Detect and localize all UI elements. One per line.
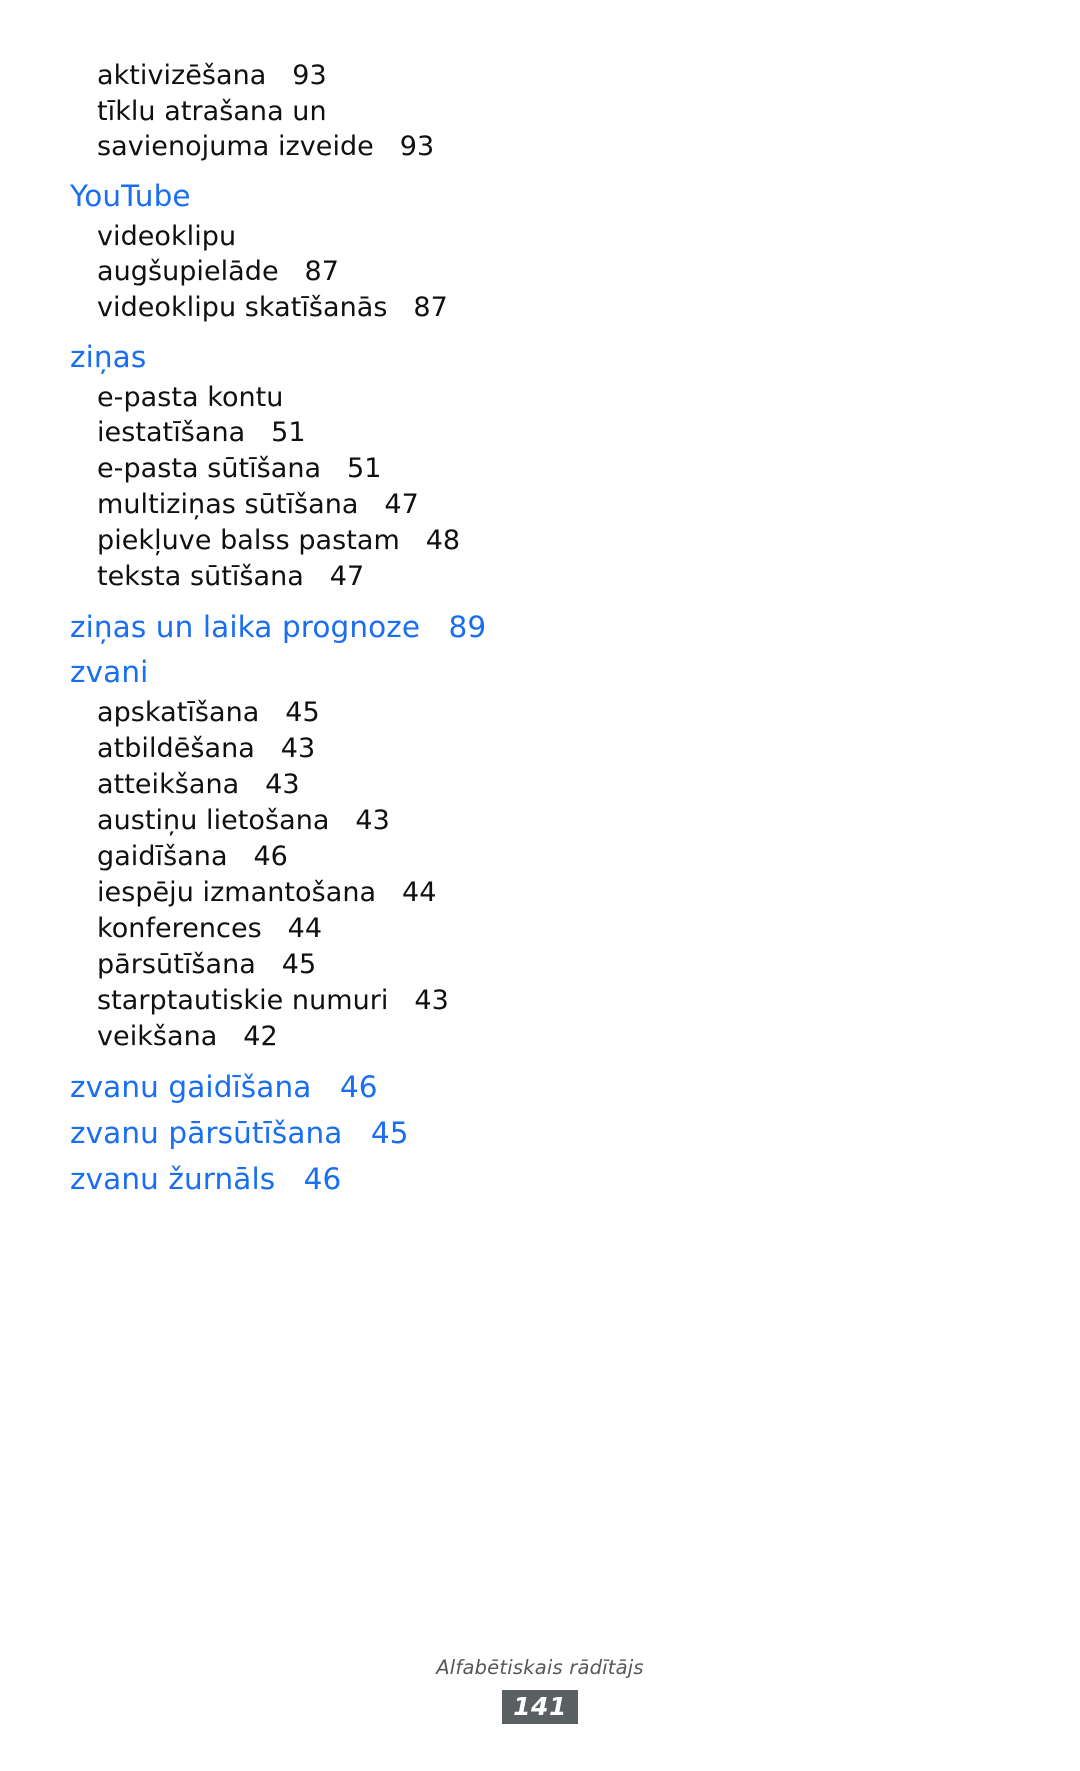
index-entry-line: aktivizēšana 93 (97, 60, 327, 91)
index-entry-line: veikšana 42 (97, 1021, 278, 1052)
footer-page-number-badge: 141 (502, 1690, 578, 1724)
index-entry-line: teksta sūtīšana 47 (97, 561, 365, 592)
index-heading-zvani[interactable]: zvani (70, 650, 690, 695)
index-group-youtube: YouTube videoklipu augšupielāde 87 video… (70, 174, 690, 326)
index-entry-line: austiņu lietošana 43 (97, 805, 390, 836)
footer-section-caption: Alfabētiskais rādītājs (436, 1656, 644, 1679)
index-entry-line: tīklu atrašana un (97, 96, 327, 127)
index-entry-line: e-pasta sūtīšana 51 (97, 453, 382, 484)
index-entry-line: multiziņas sūtīšana 47 (97, 489, 419, 520)
index-entry-line: augšupielāde 87 (97, 256, 339, 287)
index-entry-line: e-pasta kontu (97, 382, 284, 413)
index-group-zvanu-zurnals: zvanu žurnāls 46 (70, 1156, 690, 1202)
index-group-zvanu-parsutisana: zvanu pārsūtīšana 45 (70, 1110, 690, 1156)
index-entry-line: atbildēšana 43 (97, 733, 316, 764)
index-heading-zvanu-zurnals[interactable]: zvanu žurnāls 46 (70, 1156, 690, 1202)
index-entry-line: konferences 44 (97, 913, 323, 944)
index-heading-zinas[interactable]: ziņas (70, 335, 690, 380)
index-group-zinas: ziņas e-pasta kontu iestatīšana 51 e-pas… (70, 335, 690, 595)
index-entry-line: gaidīšana 46 (97, 841, 288, 872)
index-page: aktivizēšana 93 tīklu atrašana un savien… (0, 0, 1080, 1771)
index-entry-line: videoklipu skatīšanās 87 (97, 292, 448, 323)
index-entry-line: apskatīšana 45 (97, 697, 320, 728)
index-group-continued: aktivizēšana 93 tīklu atrašana un savien… (70, 58, 690, 165)
index-entry-line: videoklipu (97, 221, 237, 252)
index-heading-zinas-un-laika-prognoze[interactable]: ziņas un laika prognoze 89 (70, 604, 690, 650)
page-footer: Alfabētiskais rādītājs 141 (0, 1655, 1080, 1724)
index-heading-zvanu-gaidisana[interactable]: zvanu gaidīšana 46 (70, 1064, 690, 1110)
index-entry-list: aktivizēšana 93 tīklu atrašana un savien… (70, 58, 690, 1202)
index-entry-line: pārsūtīšana 45 (97, 949, 317, 980)
index-group-zvanu-gaidisana: zvanu gaidīšana 46 (70, 1064, 690, 1110)
index-entry-line: atteikšana 43 (97, 769, 300, 800)
index-entry-line: savienojuma izveide 93 (97, 131, 435, 162)
index-entry-line: piekļuve balss pastam 48 (97, 525, 461, 556)
index-entry-line: iestatīšana 51 (97, 417, 306, 448)
index-entry-line: iespēju izmantošana 44 (97, 877, 437, 908)
index-entry-line: starptautiskie numuri 43 (97, 985, 449, 1016)
index-group-zinas-un-laika-prognoze: ziņas un laika prognoze 89 (70, 604, 690, 650)
index-heading-zvanu-parsutisana[interactable]: zvanu pārsūtīšana 45 (70, 1110, 690, 1156)
index-heading-youtube[interactable]: YouTube (70, 174, 690, 219)
index-group-zvani: zvani apskatīšana 45 atbildēšana 43 atte… (70, 650, 690, 1055)
